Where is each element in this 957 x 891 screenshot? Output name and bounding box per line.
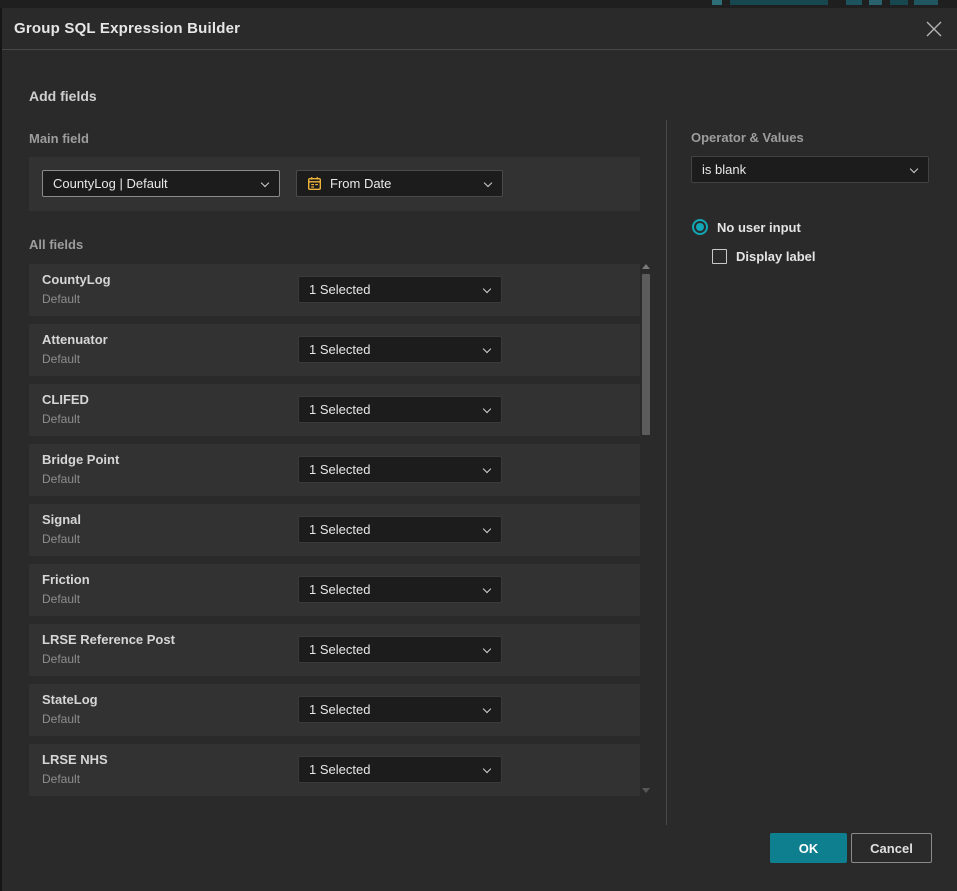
background-app-strip <box>0 0 957 8</box>
field-name: Friction <box>42 572 90 587</box>
field-row: Attenuator Default 1 Selected <box>29 324 640 376</box>
background-fragment <box>712 0 722 5</box>
field-row: StateLog Default 1 Selected <box>29 684 640 736</box>
field-name: LRSE Reference Post <box>42 632 175 647</box>
field-name: CLIFED <box>42 392 89 407</box>
field-selected-value: 1 Selected <box>309 402 370 417</box>
screen: Group SQL Expression Builder Add fields … <box>0 0 957 891</box>
field-selected-dropdown[interactable]: 1 Selected <box>298 456 502 483</box>
main-field-date-value: From Date <box>330 176 391 191</box>
field-subtitle: Default <box>42 592 80 606</box>
field-row: LRSE NHS Default 1 Selected <box>29 744 640 796</box>
chevron-down-icon <box>261 179 269 187</box>
chevron-down-icon <box>483 285 491 293</box>
field-selected-dropdown[interactable]: 1 Selected <box>298 336 502 363</box>
field-selected-value: 1 Selected <box>309 282 370 297</box>
chevron-down-icon <box>483 765 491 773</box>
scrollbar-down-arrow-icon[interactable] <box>642 788 650 793</box>
dialog-titlebar: Group SQL Expression Builder <box>2 8 957 50</box>
field-subtitle: Default <box>42 472 80 486</box>
field-selected-value: 1 Selected <box>309 522 370 537</box>
scrollbar-up-arrow-icon[interactable] <box>642 264 650 269</box>
display-label-checkbox[interactable] <box>712 249 727 264</box>
dialog-title: Group SQL Expression Builder <box>14 8 240 50</box>
field-name: StateLog <box>42 692 98 707</box>
operator-value: is blank <box>702 162 746 177</box>
field-name: Attenuator <box>42 332 108 347</box>
field-subtitle: Default <box>42 772 80 786</box>
list-scrollbar[interactable] <box>641 264 651 797</box>
field-selected-value: 1 Selected <box>309 582 370 597</box>
field-selected-value: 1 Selected <box>309 762 370 777</box>
chevron-down-icon <box>483 645 491 653</box>
field-selected-dropdown[interactable]: 1 Selected <box>298 516 502 543</box>
chevron-down-icon <box>483 345 491 353</box>
field-selected-value: 1 Selected <box>309 642 370 657</box>
background-fragment <box>846 0 862 5</box>
all-fields-label: All fields <box>29 237 83 252</box>
no-user-input-radio[interactable] <box>692 219 708 235</box>
field-row: CountyLog Default 1 Selected <box>29 264 640 316</box>
add-fields-heading: Add fields <box>29 88 97 104</box>
field-selected-dropdown[interactable]: 1 Selected <box>298 636 502 663</box>
field-selected-dropdown[interactable]: 1 Selected <box>298 576 502 603</box>
field-subtitle: Default <box>42 292 80 306</box>
background-fragment <box>890 0 908 5</box>
panel-divider <box>666 120 667 825</box>
field-subtitle: Default <box>42 652 80 666</box>
ok-button[interactable]: OK <box>770 833 847 863</box>
field-selected-value: 1 Selected <box>309 462 370 477</box>
chevron-down-icon <box>484 179 492 187</box>
scrollbar-thumb[interactable] <box>642 274 650 435</box>
field-selected-dropdown[interactable]: 1 Selected <box>298 756 502 783</box>
field-name: Bridge Point <box>42 452 119 467</box>
field-selected-dropdown[interactable]: 1 Selected <box>298 396 502 423</box>
field-name: LRSE NHS <box>42 752 108 767</box>
chevron-down-icon <box>483 405 491 413</box>
field-subtitle: Default <box>42 532 80 546</box>
field-row: Bridge Point Default 1 Selected <box>29 444 640 496</box>
chevron-down-icon <box>483 585 491 593</box>
close-icon[interactable] <box>925 20 943 38</box>
field-row: Friction Default 1 Selected <box>29 564 640 616</box>
chevron-down-icon <box>483 465 491 473</box>
no-user-input-label: No user input <box>717 220 801 235</box>
radio-selected-dot <box>696 223 704 231</box>
background-fragment <box>869 0 882 5</box>
background-fragment <box>914 0 938 5</box>
field-name: Signal <box>42 512 81 527</box>
field-selected-value: 1 Selected <box>309 702 370 717</box>
all-fields-list: CountyLog Default 1 Selected Attenuator … <box>29 264 640 804</box>
field-name: CountyLog <box>42 272 111 287</box>
operator-values-heading: Operator & Values <box>691 130 804 145</box>
main-field-panel: CountyLog | Default From Date <box>29 157 640 211</box>
main-field-label: Main field <box>29 131 89 146</box>
field-selected-dropdown[interactable]: 1 Selected <box>298 696 502 723</box>
background-fragment <box>730 0 828 5</box>
field-row: CLIFED Default 1 Selected <box>29 384 640 436</box>
main-field-source-value: CountyLog | Default <box>53 176 168 191</box>
main-field-date-select[interactable]: From Date <box>296 170 503 197</box>
field-row: Signal Default 1 Selected <box>29 504 640 556</box>
field-row: LRSE Reference Post Default 1 Selected <box>29 624 640 676</box>
field-subtitle: Default <box>42 712 80 726</box>
chevron-down-icon <box>910 165 918 173</box>
field-selected-value: 1 Selected <box>309 342 370 357</box>
chevron-down-icon <box>483 525 491 533</box>
calendar-icon <box>307 176 322 191</box>
display-label-text: Display label <box>736 249 815 264</box>
field-selected-dropdown[interactable]: 1 Selected <box>298 276 502 303</box>
chevron-down-icon <box>483 705 491 713</box>
sql-expression-builder-dialog: Group SQL Expression Builder Add fields … <box>0 8 957 891</box>
field-subtitle: Default <box>42 412 80 426</box>
field-subtitle: Default <box>42 352 80 366</box>
operator-select[interactable]: is blank <box>691 156 929 183</box>
cancel-button[interactable]: Cancel <box>851 833 932 863</box>
main-field-source-select[interactable]: CountyLog | Default <box>42 170 280 197</box>
